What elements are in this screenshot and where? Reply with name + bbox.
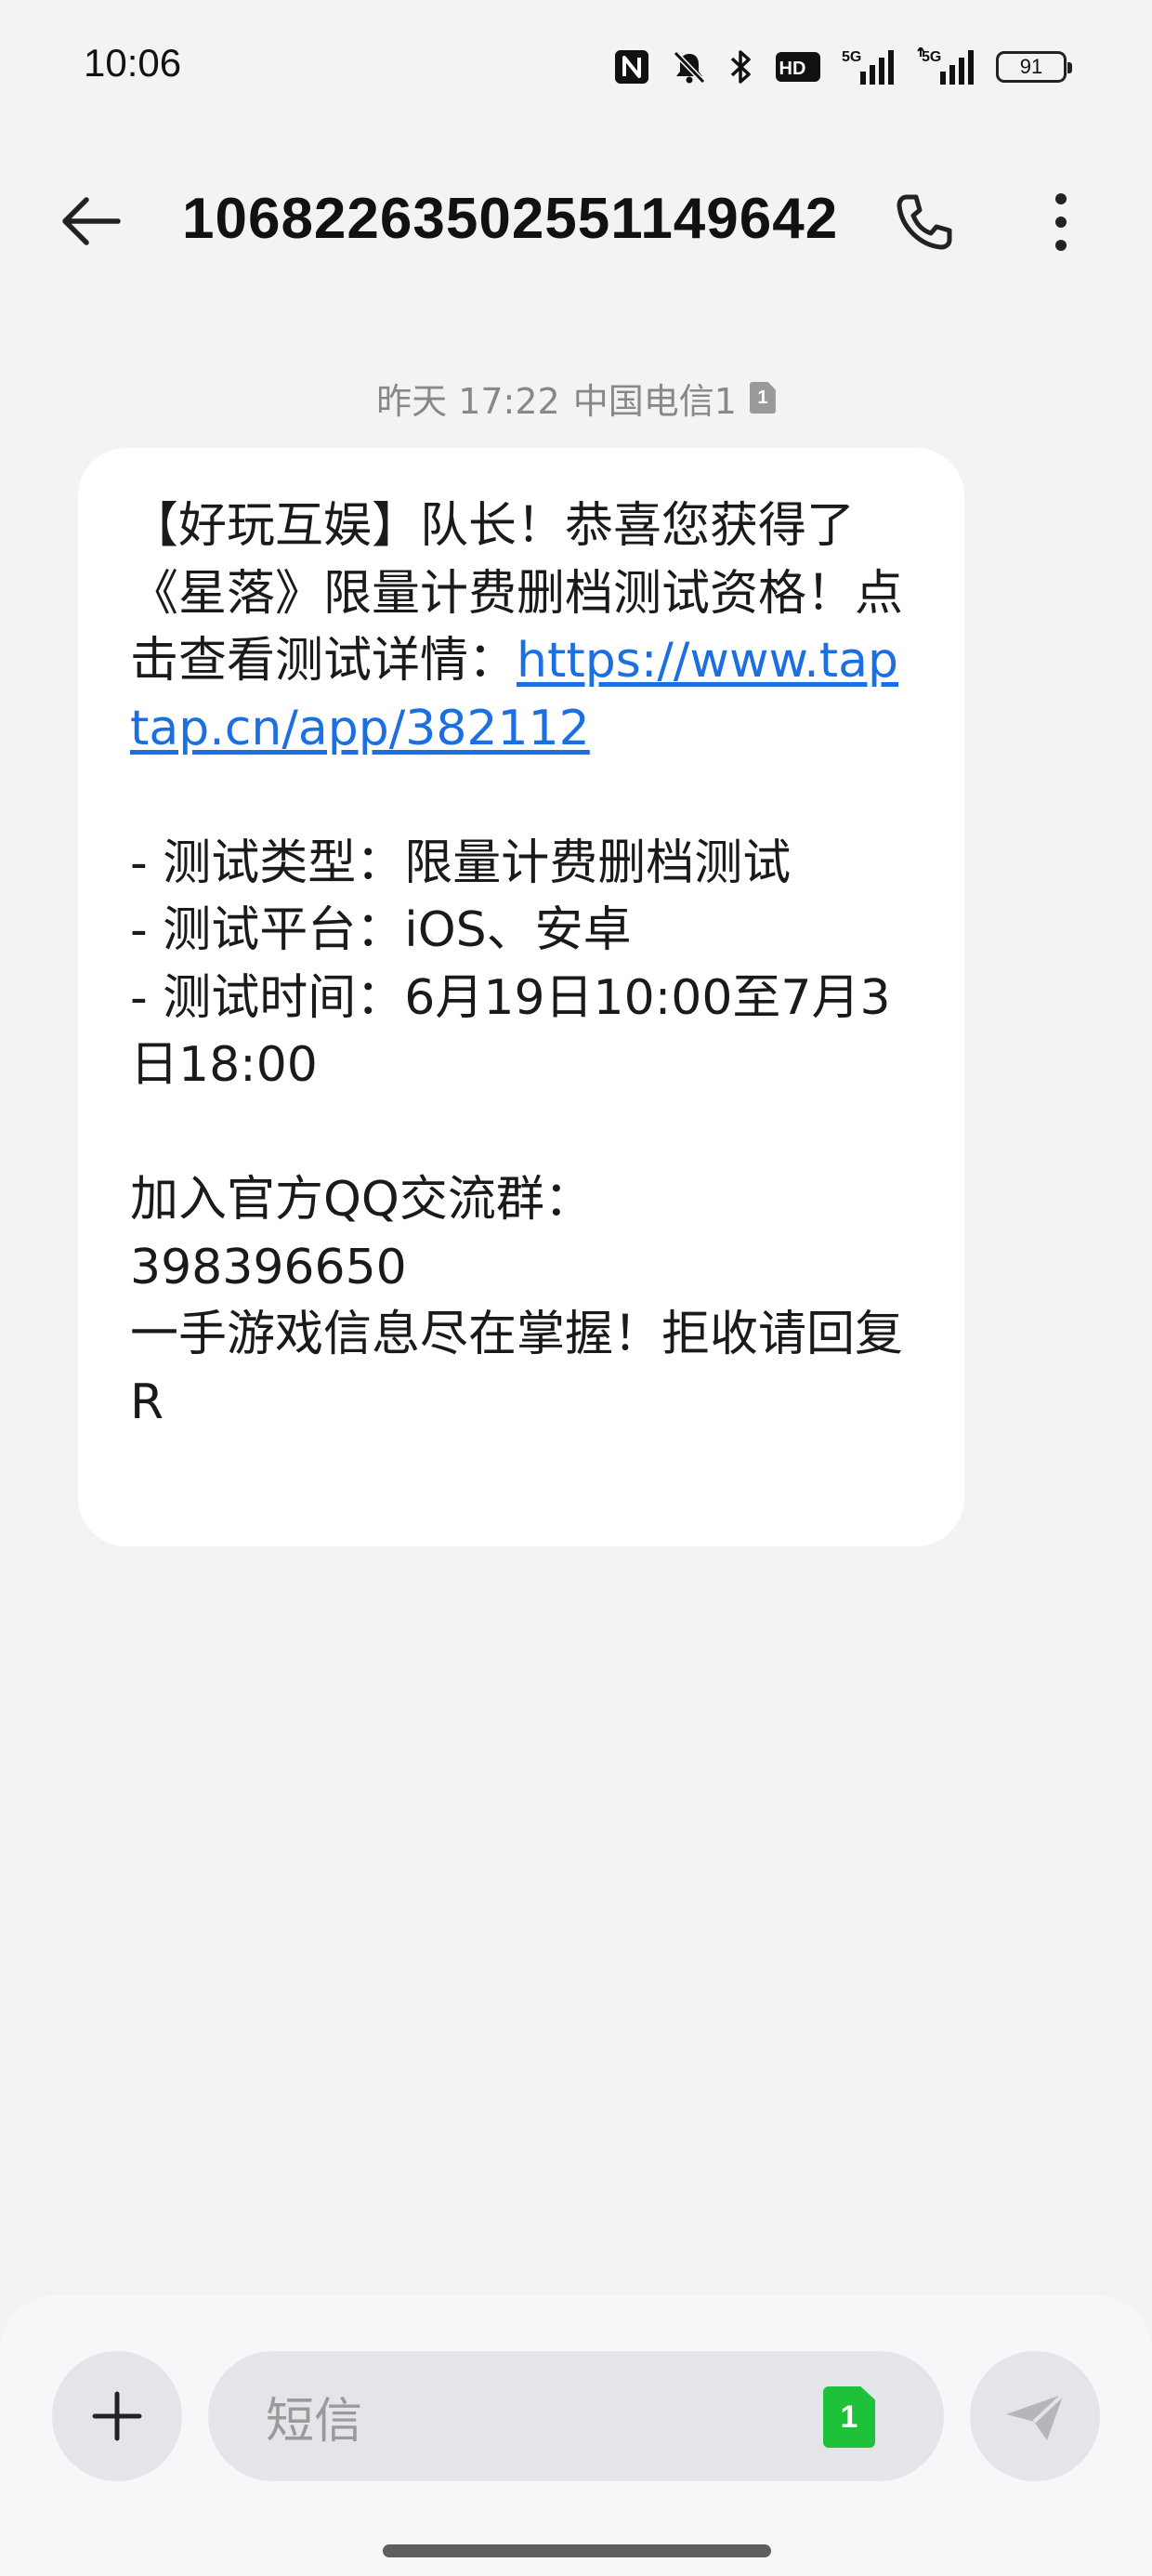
sim-card-icon: 1 (749, 382, 776, 414)
more-options-button[interactable] (1031, 180, 1091, 264)
status-icons: HD 5G 5G 91 (613, 45, 1072, 89)
call-button[interactable] (883, 180, 966, 264)
composer-bar: 短信 1 (0, 2295, 1152, 2576)
message-timestamp: 昨天 17:22 (376, 380, 560, 422)
more-vertical-icon (1055, 193, 1067, 251)
home-indicator[interactable] (383, 2544, 771, 2557)
attach-button[interactable] (52, 2351, 182, 2481)
back-button[interactable] (52, 184, 130, 258)
sms-input-placeholder: 短信 (266, 2393, 363, 2450)
mute-icon (671, 46, 708, 87)
hd-icon: HD (775, 46, 821, 87)
sim-select-number: 1 (840, 2399, 858, 2435)
battery-level: 91 (1019, 55, 1043, 78)
status-bar: 10:06 HD 5G 5G 91 (0, 0, 1152, 139)
net-label-2: 5G (922, 49, 941, 65)
bluetooth-icon (728, 46, 754, 87)
5g-signal-icon: 5G (842, 46, 896, 87)
nfc-icon (613, 46, 650, 87)
arrow-left-icon (62, 197, 121, 245)
message-body: - 测试类型：限量计费删档测试 - 测试平台：iOS、安卓 - 测试时间：6月1… (130, 835, 904, 1430)
battery-icon: 91 (996, 51, 1072, 83)
sms-input[interactable]: 短信 1 (208, 2351, 944, 2481)
message-bubble[interactable]: 【好玩互娱】队长！恭喜您获得了《星落》限量计费删档测试资格！点击查看测试详情：h… (78, 448, 964, 1546)
net-label-1: 5G (842, 49, 861, 65)
contact-number-title: 10682263502551149642 (182, 187, 839, 251)
phone-icon (897, 194, 952, 250)
sim-select-button[interactable]: 1 (823, 2386, 875, 2448)
send-button[interactable] (970, 2351, 1100, 2481)
sim-badge-number: 1 (757, 387, 768, 408)
5g-signal-icon: 5G (916, 46, 975, 87)
message-timestamp-row: 昨天 17:22 中国电信1 1 (0, 370, 1152, 426)
status-time: 10:06 (84, 41, 182, 85)
send-icon (1006, 2392, 1066, 2440)
hd-label: HD (779, 59, 806, 79)
plus-icon (92, 2391, 142, 2441)
carrier-label: 中国电信1 (572, 380, 737, 422)
message-text: 【好玩互娱】队长！恭喜您获得了《星落》限量计费删档测试资格！点击查看测试详情：h… (130, 493, 912, 1436)
app-header: 10682263502551149642 (0, 158, 1152, 279)
